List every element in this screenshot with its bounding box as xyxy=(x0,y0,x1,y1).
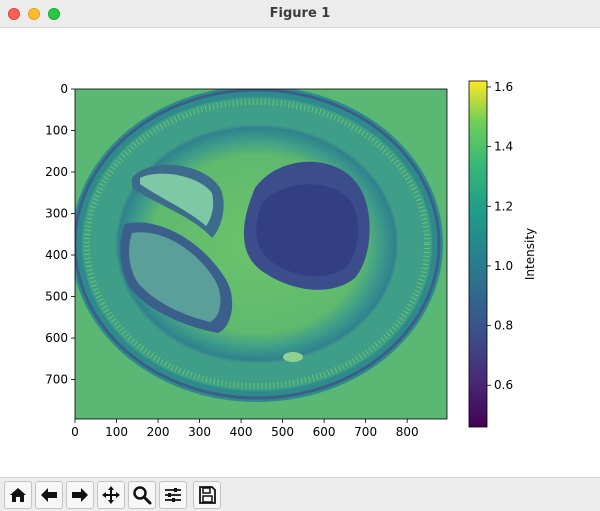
y-axis: 0 100 200 300 400 500 600 700 xyxy=(45,82,75,387)
plot-svg: 0 100 200 300 400 500 600 700 800 0 100 200 300 400 5… xyxy=(45,80,537,439)
forward-button[interactable] xyxy=(66,481,94,509)
configure-button[interactable] xyxy=(159,481,187,509)
x-tick-label: 800 xyxy=(396,425,419,439)
y-tick-label: 100 xyxy=(45,124,68,138)
x-tick-label: 300 xyxy=(188,425,211,439)
x-tick-label: 0 xyxy=(71,425,79,439)
y-tick-label: 700 xyxy=(45,373,68,387)
figure-window: Figure 1 0 100 200 300 400 500 600 700 8… xyxy=(0,0,600,511)
x-axis: 0 100 200 300 400 500 600 700 800 xyxy=(71,419,419,439)
home-icon xyxy=(10,488,26,502)
colorbar-tick-label: 0.6 xyxy=(494,378,513,392)
y-tick-label: 0 xyxy=(60,82,68,96)
x-tick-label: 500 xyxy=(271,425,294,439)
y-tick-label: 200 xyxy=(45,165,68,179)
pan-button[interactable] xyxy=(97,481,125,509)
zoom-button[interactable] xyxy=(128,481,156,509)
magnifier-icon xyxy=(133,486,152,505)
figure-canvas[interactable]: 0 100 200 300 400 500 600 700 800 0 100 200 300 400 5… xyxy=(0,28,600,477)
heatmap-image xyxy=(75,89,447,419)
x-tick-label: 200 xyxy=(147,425,170,439)
colorbar-tick-label: 1.2 xyxy=(494,199,513,213)
title-bar: Figure 1 xyxy=(0,0,600,28)
colorbar xyxy=(468,80,488,428)
save-button[interactable] xyxy=(193,481,221,509)
arrow-right-icon xyxy=(72,488,88,502)
home-button[interactable] xyxy=(4,481,32,509)
y-tick-label: 300 xyxy=(45,207,68,221)
y-tick-label: 600 xyxy=(45,331,68,345)
x-tick-label: 700 xyxy=(354,425,377,439)
colorbar-axis: 0.6 0.8 1.0 1.2 1.4 1.6 xyxy=(487,80,513,392)
floppy-disk-icon xyxy=(199,486,216,504)
x-tick-label: 600 xyxy=(313,425,336,439)
x-tick-label: 400 xyxy=(230,425,253,439)
y-tick-label: 500 xyxy=(45,290,68,304)
navigation-toolbar xyxy=(0,477,600,511)
y-tick-label: 400 xyxy=(45,248,68,262)
colorbar-tick-label: 1.0 xyxy=(494,259,513,273)
x-tick-label: 100 xyxy=(105,425,128,439)
colorbar-label: Intensity xyxy=(523,228,537,280)
arrow-left-icon xyxy=(41,488,57,502)
colorbar-tick-label: 0.8 xyxy=(494,319,513,333)
colorbar-tick-label: 1.6 xyxy=(494,80,513,94)
window-title: Figure 1 xyxy=(269,6,331,21)
back-button[interactable] xyxy=(35,481,63,509)
move-icon xyxy=(102,486,120,504)
colorbar-tick-label: 1.4 xyxy=(494,140,513,154)
sliders-icon xyxy=(165,488,181,502)
